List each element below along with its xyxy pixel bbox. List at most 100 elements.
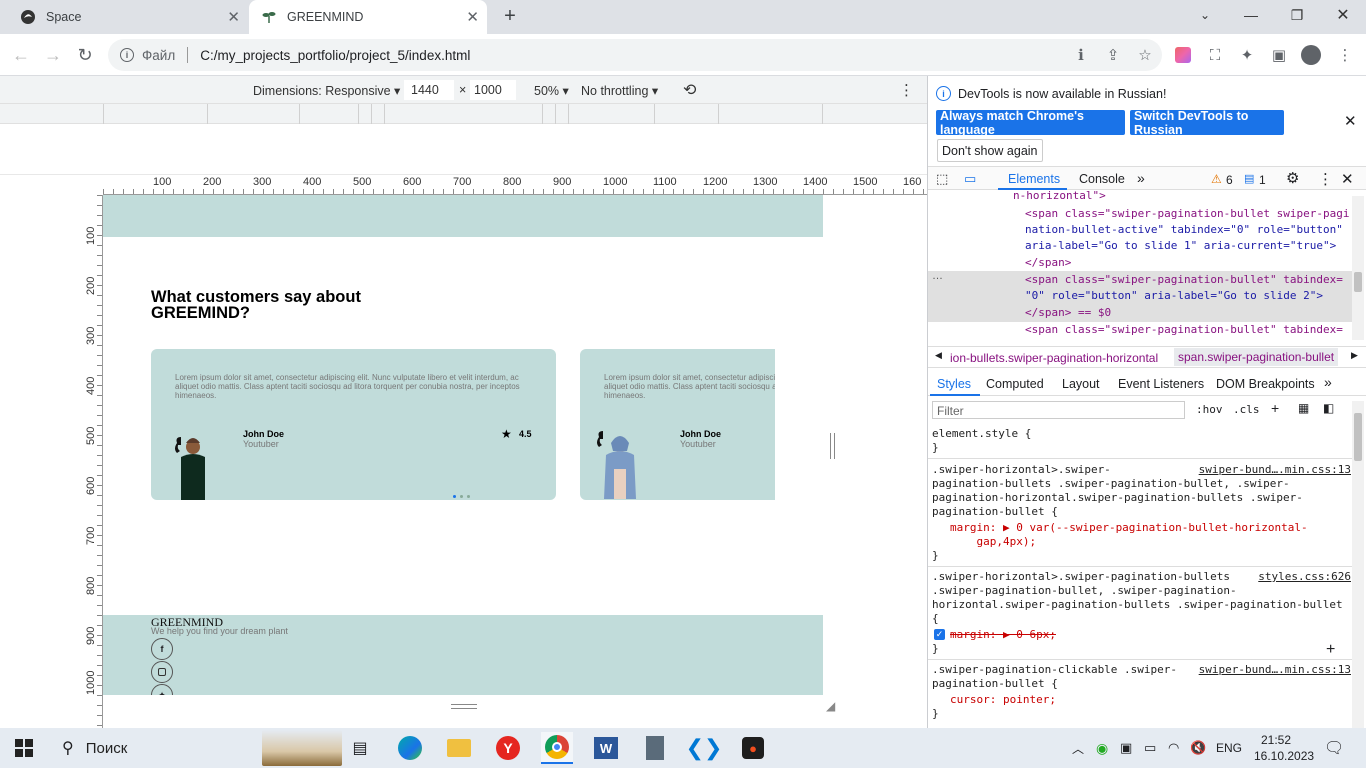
tab-computed[interactable]: Computed: [986, 377, 1044, 391]
chrome-icon[interactable]: [541, 732, 573, 764]
pagination-bullet[interactable]: [460, 495, 463, 498]
extension-color-icon[interactable]: [1172, 44, 1194, 66]
restore-button[interactable]: ❐: [1274, 0, 1320, 30]
tray-app-icon[interactable]: ◉: [1096, 740, 1108, 757]
styles-pane[interactable]: element.style { } .swiper-horizontal>.sw…: [928, 423, 1352, 728]
facebook-icon[interactable]: f: [151, 638, 173, 660]
rendering-emulation-icon[interactable]: ▦: [1298, 401, 1309, 415]
language-indicator[interactable]: ENG: [1216, 741, 1242, 755]
window-close-button[interactable]: ✕: [1320, 0, 1366, 30]
styles-filter-input[interactable]: Filter: [932, 401, 1185, 419]
vertical-resize-handle[interactable]: [830, 433, 835, 459]
edge-browser-icon[interactable]: [394, 732, 426, 764]
corner-resize-handle[interactable]: ◢: [826, 699, 835, 713]
breadcrumb-item[interactable]: ion-bullets.swiper-pagination-horizontal: [950, 351, 1158, 365]
computed-sidebar-icon[interactable]: ◧: [1323, 401, 1334, 415]
dom-tree[interactable]: … n-horizontal"> <span class="swiper-pag…: [928, 190, 1352, 340]
testimonial-card[interactable]: Lorem ipsum dolor sit amet, consectetur …: [580, 349, 775, 500]
taskbar-search[interactable]: ⚲ Поиск: [48, 728, 344, 768]
wifi-icon[interactable]: ◠: [1168, 740, 1179, 756]
css-source-link[interactable]: styles.css:626: [1258, 570, 1351, 583]
close-icon[interactable]: ✕: [1344, 112, 1357, 130]
always-match-language-button[interactable]: Always match Chrome's language: [936, 109, 1125, 137]
css-declaration[interactable]: margin: ▶ 0 var(--swiper-pagination-bull…: [950, 521, 1308, 549]
throttling-dropdown[interactable]: No throttling ▾: [581, 83, 658, 98]
dom-ellipsis[interactable]: …: [932, 270, 943, 282]
tray-overflow-icon[interactable]: ︿: [1072, 740, 1084, 757]
tab-dom-breakpoints[interactable]: DOM Breakpoints: [1216, 377, 1315, 391]
warning-icon[interactable]: ⚠: [1211, 172, 1222, 186]
testimonial-card[interactable]: Lorem ipsum dolor sit amet, consectetur …: [151, 349, 556, 500]
task-view-icon[interactable]: ▤: [344, 732, 376, 764]
tab-search-icon[interactable]: ⌄: [1182, 0, 1228, 30]
rotate-icon[interactable]: ⟲: [683, 80, 696, 100]
zoom-dropdown[interactable]: 50% ▾: [534, 83, 569, 98]
close-icon[interactable]: ✕: [227, 8, 240, 26]
switch-to-russian-button[interactable]: Switch DevTools to Russian: [1130, 109, 1284, 137]
devtools-close-icon[interactable]: ✕: [1341, 170, 1354, 188]
dont-show-again-button[interactable]: Don't show again: [937, 139, 1043, 162]
clock[interactable]: 21:52 16.10.2023: [1254, 732, 1314, 764]
styles-scrollbar[interactable]: [1352, 401, 1364, 728]
tab-greenmind[interactable]: GREENMIND ✕: [249, 0, 487, 34]
add-property-icon[interactable]: +: [1326, 641, 1335, 659]
pagination-bullet-active[interactable]: [453, 495, 456, 498]
tab-layout[interactable]: Layout: [1062, 377, 1100, 391]
css-source-link[interactable]: swiper-bund….min.css:13: [1199, 463, 1351, 476]
figma-icon[interactable]: ●: [737, 732, 769, 764]
css-declaration[interactable]: cursor: pointer;: [950, 693, 1056, 707]
windows-start-icon[interactable]: [8, 732, 40, 764]
vscode-icon[interactable]: ❮❯: [686, 732, 723, 764]
dom-scrollbar[interactable]: [1352, 196, 1364, 340]
declaration-checkbox[interactable]: ✓: [934, 629, 945, 640]
side-panel-icon[interactable]: ▣: [1268, 44, 1290, 66]
warning-count[interactable]: 6: [1226, 173, 1233, 187]
device-options-kebab-icon[interactable]: ⋮: [899, 81, 914, 99]
message-icon[interactable]: ▤: [1244, 172, 1254, 185]
reload-icon[interactable]: ↻: [72, 42, 98, 68]
forward-icon[interactable]: →: [40, 42, 66, 68]
tray-status-icon[interactable]: ▣: [1120, 740, 1132, 756]
class-toggle[interactable]: .cls: [1233, 403, 1260, 416]
file-explorer-icon[interactable]: [443, 732, 475, 764]
inspect-element-icon[interactable]: ⬚: [936, 171, 948, 187]
css-declaration-overridden[interactable]: margin: ▶ 0 6px;: [950, 628, 1056, 642]
twitter-icon[interactable]: ✦: [151, 684, 173, 695]
hover-state-toggle[interactable]: :hov: [1196, 403, 1223, 416]
notifications-icon[interactable]: 🗨: [1324, 738, 1344, 758]
yandex-browser-icon[interactable]: Y: [492, 732, 524, 764]
chevron-left-icon[interactable]: ◀: [935, 350, 942, 361]
dimensions-dropdown[interactable]: Dimensions: Responsive ▾: [253, 83, 400, 98]
close-icon[interactable]: ✕: [466, 8, 479, 26]
breadcrumb-item-active[interactable]: span.swiper-pagination-bullet: [1174, 348, 1339, 366]
devtools-menu-icon[interactable]: ⋮: [1318, 170, 1333, 188]
instagram-icon[interactable]: [151, 661, 173, 683]
tab-event-listeners[interactable]: Event Listeners: [1118, 377, 1204, 391]
message-count[interactable]: 1: [1259, 173, 1266, 187]
css-source-link[interactable]: swiper-bund….min.css:13: [1199, 663, 1351, 676]
battery-icon[interactable]: ▭: [1144, 740, 1156, 756]
minimize-button[interactable]: —: [1228, 0, 1274, 30]
back-icon[interactable]: ←: [8, 42, 34, 68]
more-tabs-icon[interactable]: »: [1137, 170, 1145, 186]
more-tabs-icon[interactable]: »: [1324, 374, 1332, 390]
menu-kebab-icon[interactable]: ⋮: [1334, 44, 1356, 66]
extensions-puzzle-icon[interactable]: ✦: [1236, 44, 1258, 66]
screenshot-icon[interactable]: ⛶: [1204, 44, 1226, 66]
horizontal-resize-handle[interactable]: [451, 704, 477, 709]
tab-console[interactable]: Console: [1079, 172, 1125, 186]
chevron-right-icon[interactable]: ▶: [1351, 350, 1358, 361]
calculator-icon[interactable]: [639, 732, 671, 764]
volume-muted-icon[interactable]: 🔇: [1190, 740, 1206, 756]
bookmark-star-icon[interactable]: ☆: [1134, 44, 1156, 66]
info-icon[interactable]: i: [120, 48, 134, 62]
width-input[interactable]: 1440: [404, 80, 454, 100]
device-toolbar-icon[interactable]: ▭: [964, 171, 976, 187]
settings-gear-icon[interactable]: ⚙: [1286, 169, 1299, 187]
tab-space[interactable]: Space ✕: [8, 0, 248, 34]
address-bar[interactable]: i Файл C:/my_projects_portfolio/project_…: [108, 39, 1162, 71]
media-query-bar[interactable]: [0, 104, 927, 124]
height-input[interactable]: 1000: [470, 80, 516, 100]
word-icon[interactable]: W: [590, 732, 622, 764]
pagination-bullet[interactable]: [467, 495, 470, 498]
